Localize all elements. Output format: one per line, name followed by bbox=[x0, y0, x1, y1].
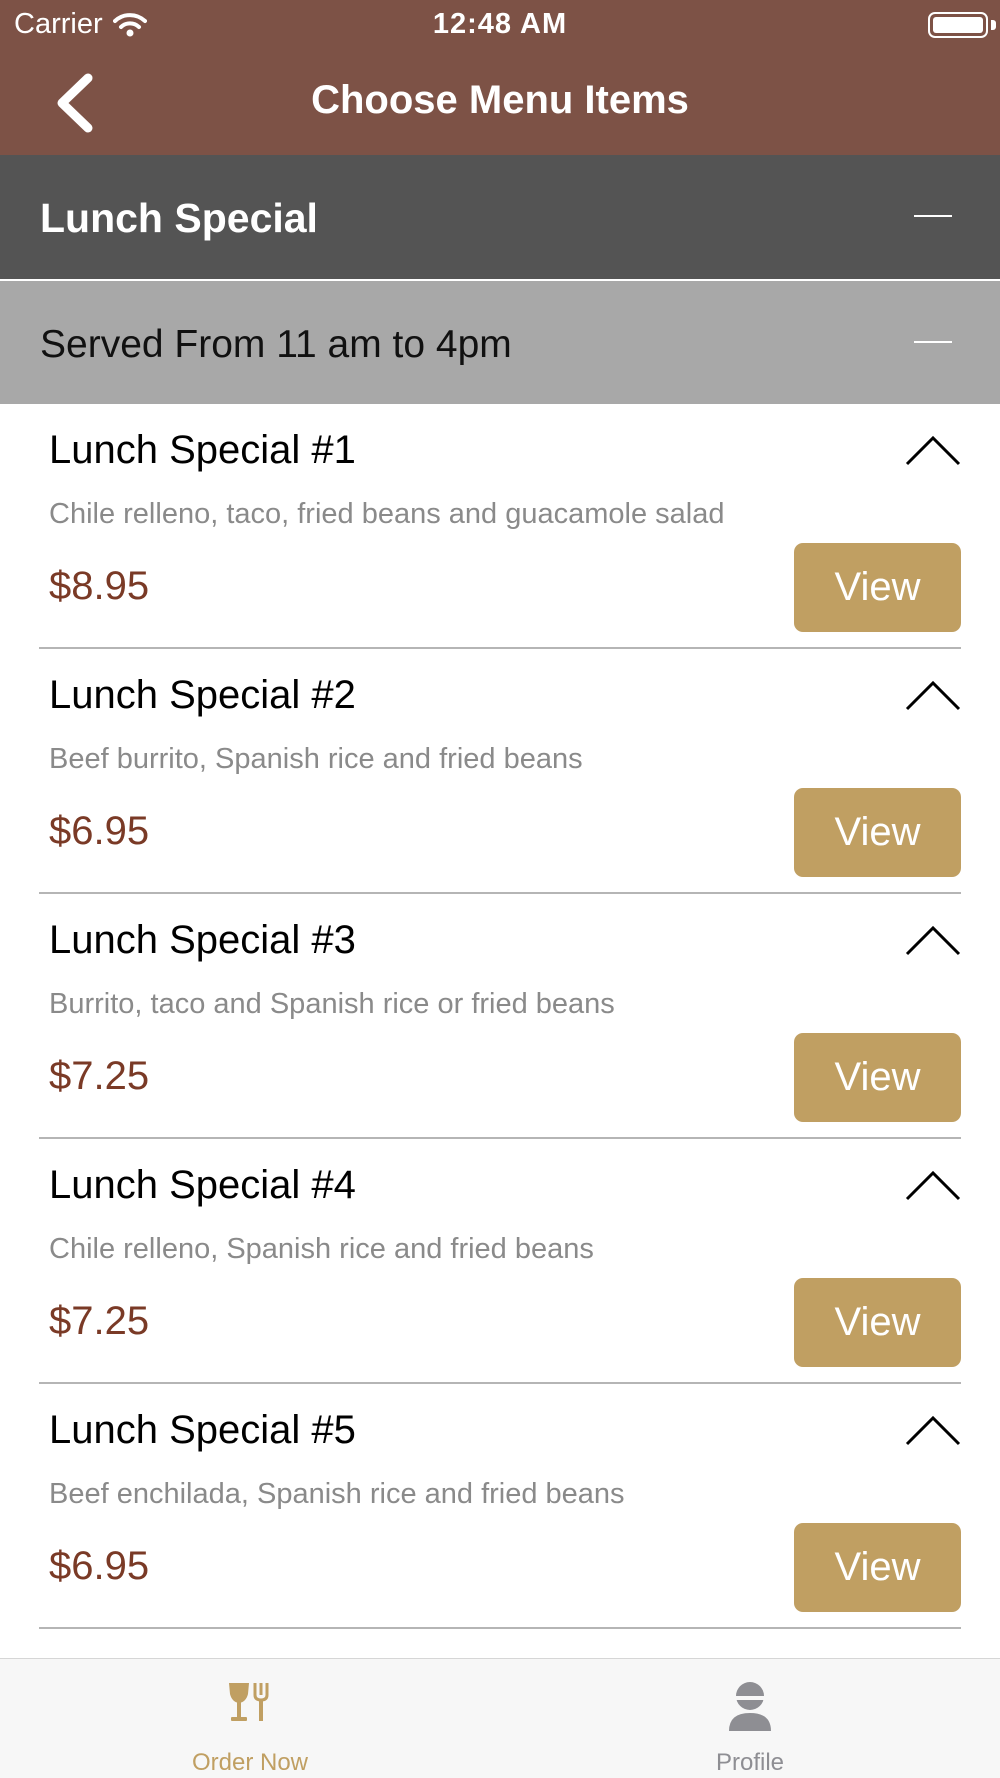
chevron-up-icon[interactable] bbox=[904, 432, 962, 468]
menu-item-price: $7.25 bbox=[49, 1054, 150, 1098]
tab-order-now[interactable]: Order Now bbox=[0, 1659, 500, 1778]
menu-item-description: Chile relleno, Spanish rice and fried be… bbox=[49, 1233, 594, 1265]
menu-item-name: Lunch Special #5 bbox=[49, 1408, 356, 1452]
collapse-icon bbox=[914, 341, 952, 343]
view-button[interactable]: View bbox=[794, 788, 961, 877]
section-title: Lunch Special bbox=[40, 195, 318, 241]
menu-item: Lunch Special #3 Burrito, taco and Spani… bbox=[0, 894, 1000, 1139]
menu-list: Lunch Special #1 Chile relleno, taco, fr… bbox=[0, 404, 1000, 1629]
status-bar: Carrier 12:48 AM bbox=[0, 0, 1000, 50]
menu-item: Lunch Special #4 Chile relleno, Spanish … bbox=[0, 1139, 1000, 1384]
menu-item-description: Burrito, taco and Spanish rice or fried … bbox=[49, 988, 615, 1020]
menu-item-price: $7.25 bbox=[49, 1299, 150, 1343]
subsection-header-hours[interactable]: Served From 11 am to 4pm bbox=[0, 281, 1000, 404]
chevron-up-icon[interactable] bbox=[904, 677, 962, 713]
menu-item-name: Lunch Special #3 bbox=[49, 918, 356, 962]
menu-item-description: Beef burrito, Spanish rice and fried bea… bbox=[49, 743, 583, 775]
view-button[interactable]: View bbox=[794, 543, 961, 632]
menu-item: Lunch Special #1 Chile relleno, taco, fr… bbox=[0, 404, 1000, 649]
menu-item-name: Lunch Special #4 bbox=[49, 1163, 356, 1207]
chevron-up-icon[interactable] bbox=[904, 1167, 962, 1203]
navigation-bar: Choose Menu Items bbox=[0, 50, 1000, 155]
view-button[interactable]: View bbox=[794, 1523, 961, 1612]
menu-item: Lunch Special #5 Beef enchilada, Spanish… bbox=[0, 1384, 1000, 1629]
chevron-up-icon[interactable] bbox=[904, 1412, 962, 1448]
chevron-up-icon[interactable] bbox=[904, 922, 962, 958]
menu-item: Lunch Special #2 Beef burrito, Spanish r… bbox=[0, 649, 1000, 894]
page-title: Choose Menu Items bbox=[311, 78, 689, 122]
collapse-icon bbox=[914, 215, 952, 217]
battery-cap bbox=[991, 20, 996, 30]
wine-fork-icon bbox=[229, 1683, 269, 1721]
status-time: 12:48 AM bbox=[432, 8, 568, 40]
battery-icon bbox=[928, 12, 988, 38]
view-button[interactable]: View bbox=[794, 1278, 961, 1367]
menu-item-price: $6.95 bbox=[49, 809, 150, 853]
tab-label: Order Now bbox=[191, 1749, 309, 1776]
menu-item-price: $8.95 bbox=[49, 564, 150, 608]
section-header-lunch-special[interactable]: Lunch Special bbox=[0, 155, 1000, 279]
subsection-title: Served From 11 am to 4pm bbox=[40, 323, 512, 366]
tab-label: Profile bbox=[715, 1749, 785, 1776]
tab-bar: Order Now Profile bbox=[0, 1658, 1000, 1778]
menu-item-description: Beef enchilada, Spanish rice and fried b… bbox=[49, 1478, 625, 1510]
menu-item-description: Chile relleno, taco, fried beans and gua… bbox=[49, 498, 725, 530]
tab-profile[interactable]: Profile bbox=[500, 1659, 1000, 1778]
person-icon bbox=[729, 1682, 771, 1731]
menu-item-price: $6.95 bbox=[49, 1544, 150, 1588]
divider bbox=[39, 1627, 961, 1629]
view-button[interactable]: View bbox=[794, 1033, 961, 1122]
menu-item-name: Lunch Special #2 bbox=[49, 673, 356, 717]
menu-item-name: Lunch Special #1 bbox=[49, 428, 356, 472]
